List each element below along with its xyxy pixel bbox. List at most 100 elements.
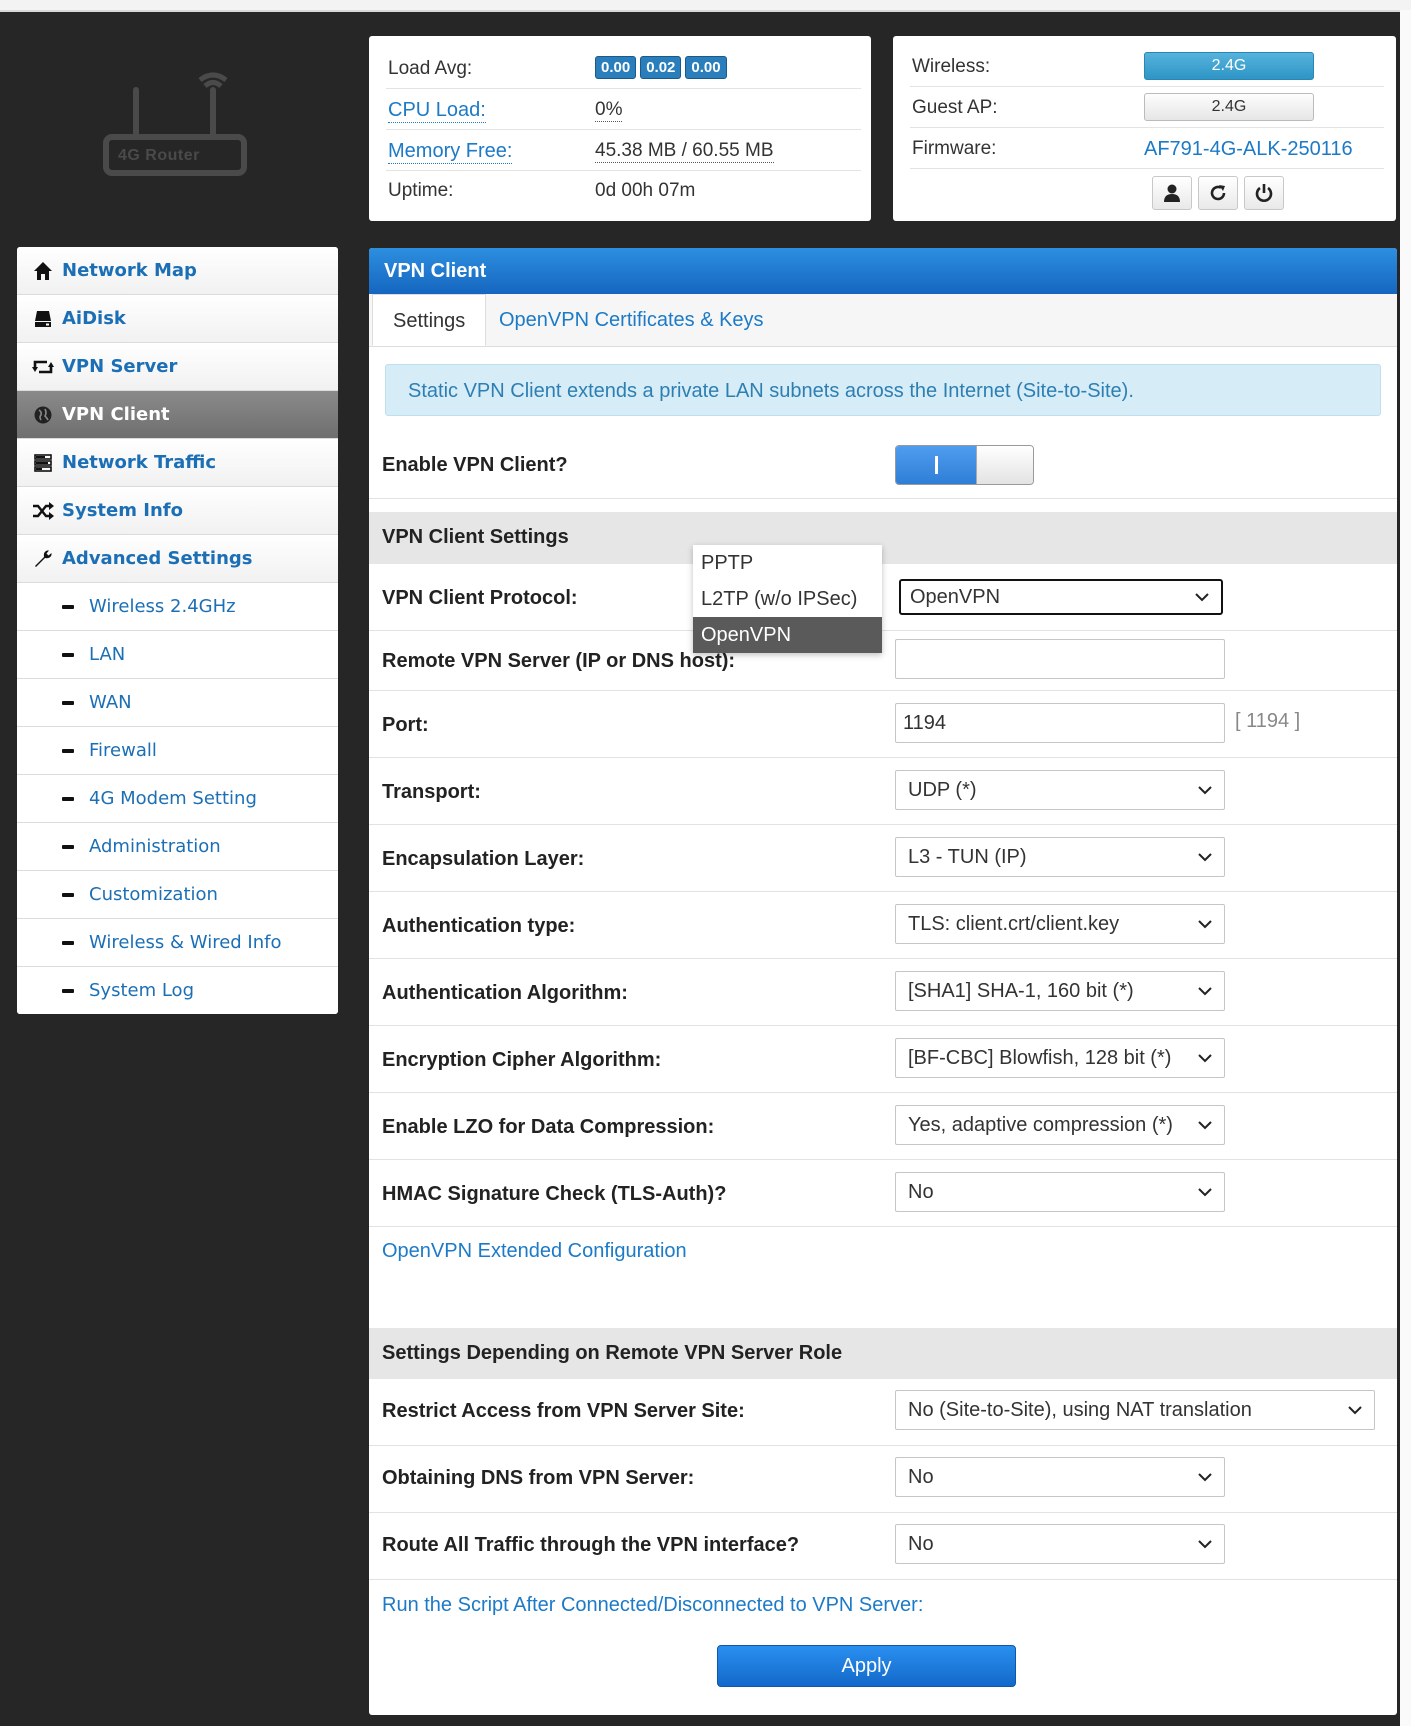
auth-type-value: TLS: client.crt/client.key xyxy=(908,913,1120,935)
page-title: VPN Client xyxy=(369,248,1397,294)
hmac-select[interactable]: No xyxy=(895,1172,1225,1212)
sidebar-subitem-system-log[interactable]: System Log xyxy=(17,967,338,1014)
sidebar-item-vpn-server[interactable]: VPN Server xyxy=(17,343,338,391)
firmware-label: Firmware: xyxy=(912,138,997,159)
protocol-select[interactable]: OpenVPN xyxy=(899,579,1223,615)
sidebar-subitem-wireless[interactable]: Wireless 2.4GHz xyxy=(17,583,338,631)
sidebar-subitem-lan[interactable]: LAN xyxy=(17,631,338,679)
sidebar-item-network-traffic[interactable]: Network Traffic xyxy=(17,439,338,487)
section-header-remote-server-role: Settings Depending on Remote VPN Server … xyxy=(369,1328,1397,1379)
power-button[interactable] xyxy=(1244,176,1284,210)
port-default-hint: [ 1194 ] xyxy=(1235,710,1301,732)
retweet-icon xyxy=(32,356,54,378)
encapsulation-value: L3 - TUN (IP) xyxy=(908,846,1027,868)
sidebar-subitem-customization[interactable]: Customization xyxy=(17,871,338,919)
port-label: Port: xyxy=(382,714,429,736)
dash-icon xyxy=(62,796,74,801)
sidebar-item-label: Advanced Settings xyxy=(62,548,253,569)
hmac-value: No xyxy=(908,1181,934,1203)
sidebar-subitem-label: Administration xyxy=(89,836,221,857)
chevron-down-icon xyxy=(1198,987,1212,996)
chevron-down-icon xyxy=(1195,593,1209,602)
route-traffic-row: Route All Traffic through the VPN interf… xyxy=(369,1513,1397,1580)
hmac-row: HMAC Signature Check (TLS-Auth)? xyxy=(369,1160,1397,1227)
load-avg-badge: 0.00 xyxy=(685,56,727,79)
toggle-on-mark xyxy=(935,456,938,474)
sidebar-subitem-firewall[interactable]: Firewall xyxy=(17,727,338,775)
memory-free-link[interactable]: Memory Free: xyxy=(388,140,513,164)
tab-settings[interactable]: Settings xyxy=(372,294,487,346)
refresh-icon xyxy=(1210,185,1226,201)
auth-algorithm-select[interactable]: [SHA1] SHA-1, 160 bit (*) xyxy=(895,971,1225,1011)
firmware-link[interactable]: AF791-4G-ALK-250116 xyxy=(1144,138,1353,161)
sidebar-item-label: AiDisk xyxy=(62,308,126,329)
apply-button[interactable]: Apply xyxy=(717,1645,1016,1687)
sidebar: Network Map AiDisk VPN Server VPN Client… xyxy=(17,247,338,1014)
wrench-icon xyxy=(32,548,54,570)
load-avg-values: 0.00 0.02 0.00 xyxy=(595,56,731,79)
memory-free-value: 45.38 MB / 60.55 MB xyxy=(595,140,774,163)
chevron-down-icon xyxy=(1198,1540,1212,1549)
section-header-vpn-client-settings: VPN Client Settings xyxy=(369,512,1397,564)
enable-row: Enable VPN Client? xyxy=(369,432,1397,499)
chevron-down-icon xyxy=(1348,1406,1362,1415)
toggle-knob xyxy=(976,446,1033,484)
wireless-row: Wireless: 2.4G xyxy=(910,46,1384,87)
enable-vpn-toggle[interactable] xyxy=(895,445,1034,485)
power-icon xyxy=(1255,184,1273,202)
restrict-access-select[interactable]: No (Site-to-Site), using NAT translation xyxy=(895,1390,1375,1430)
protocol-option[interactable]: L2TP (w/o IPSec) xyxy=(693,581,882,617)
status-panel: Load Avg: 0.00 0.02 0.00 CPU Load: 0% Memo… xyxy=(369,36,871,221)
encapsulation-select[interactable]: L3 - TUN (IP) xyxy=(895,837,1225,877)
tab-openvpn-certificates[interactable]: OpenVPN Certificates & Keys xyxy=(479,294,784,346)
sidebar-item-advanced-settings[interactable]: Advanced Settings xyxy=(17,535,338,583)
sidebar-subitem-wireless-wired-info[interactable]: Wireless & Wired Info xyxy=(17,919,338,967)
sidebar-subitem-4g-modem[interactable]: 4G Modem Setting xyxy=(17,775,338,823)
auth-type-label: Authentication type: xyxy=(382,915,576,937)
scrollbar-gutter xyxy=(1400,10,1411,1726)
load-avg-row: Load Avg: 0.00 0.02 0.00 xyxy=(386,48,861,89)
encapsulation-row: Encapsulation Layer: xyxy=(369,825,1397,892)
sidebar-item-label: Network Map xyxy=(62,260,197,281)
run-script-link[interactable]: Run the Script After Connected/Disconnec… xyxy=(382,1594,923,1617)
route-traffic-select[interactable]: No xyxy=(895,1524,1225,1564)
transport-select[interactable]: UDP (*) xyxy=(895,770,1225,810)
protocol-option[interactable]: OpenVPN xyxy=(693,617,882,653)
cipher-row: Encryption Cipher Algorithm: xyxy=(369,1026,1397,1093)
sidebar-item-network-map[interactable]: Network Map xyxy=(17,247,338,295)
cipher-select[interactable]: [BF-CBC] Blowfish, 128 bit (*) xyxy=(895,1038,1225,1078)
sidebar-subitem-administration[interactable]: Administration xyxy=(17,823,338,871)
auth-algorithm-value: [SHA1] SHA-1, 160 bit (*) xyxy=(908,980,1134,1002)
protocol-selected-value: OpenVPN xyxy=(910,586,1001,608)
sidebar-subitem-wan[interactable]: WAN xyxy=(17,679,338,727)
protocol-option[interactable]: PPTP xyxy=(693,545,882,581)
sidebar-item-vpn-client[interactable]: VPN Client xyxy=(17,391,338,439)
uptime-row: Uptime: 0d 00h 07m xyxy=(386,170,861,210)
wireless-24g-button[interactable]: 2.4G xyxy=(1144,52,1314,80)
enable-label: Enable VPN Client? xyxy=(382,454,568,476)
cpu-load-link[interactable]: CPU Load: xyxy=(388,99,486,123)
remote-server-input[interactable] xyxy=(895,639,1225,679)
port-input[interactable]: 1194 xyxy=(895,703,1225,743)
tab-bar: Settings OpenVPN Certificates & Keys xyxy=(369,294,1397,347)
auth-type-select[interactable]: TLS: client.crt/client.key xyxy=(895,904,1225,944)
obtain-dns-label: Obtaining DNS from VPN Server: xyxy=(382,1467,695,1489)
lzo-select[interactable]: Yes, adaptive compression (*) xyxy=(895,1105,1225,1145)
sidebar-item-label: System Info xyxy=(62,500,183,521)
browser-top-strip xyxy=(0,0,1411,12)
restrict-access-label: Restrict Access from VPN Server Site: xyxy=(382,1400,745,1422)
sidebar-item-system-info[interactable]: System Info xyxy=(17,487,338,535)
protocol-row: VPN Client Protocol: xyxy=(369,564,1397,631)
guest-ap-row: Guest AP: 2.4G xyxy=(910,87,1384,128)
obtain-dns-select[interactable]: No xyxy=(895,1457,1225,1497)
user-button[interactable] xyxy=(1152,176,1192,210)
lzo-row: Enable LZO for Data Compression: xyxy=(369,1093,1397,1160)
reboot-button[interactable] xyxy=(1198,176,1238,210)
protocol-label: VPN Client Protocol: xyxy=(382,587,578,609)
auth-algorithm-label: Authentication Algorithm: xyxy=(382,982,628,1004)
sidebar-item-aidisk[interactable]: AiDisk xyxy=(17,295,338,343)
guest-ap-24g-button[interactable]: 2.4G xyxy=(1144,93,1314,121)
openvpn-extended-config-link[interactable]: OpenVPN Extended Configuration xyxy=(382,1240,687,1263)
dash-icon xyxy=(62,844,74,849)
section-title: VPN Client Settings xyxy=(382,526,569,548)
